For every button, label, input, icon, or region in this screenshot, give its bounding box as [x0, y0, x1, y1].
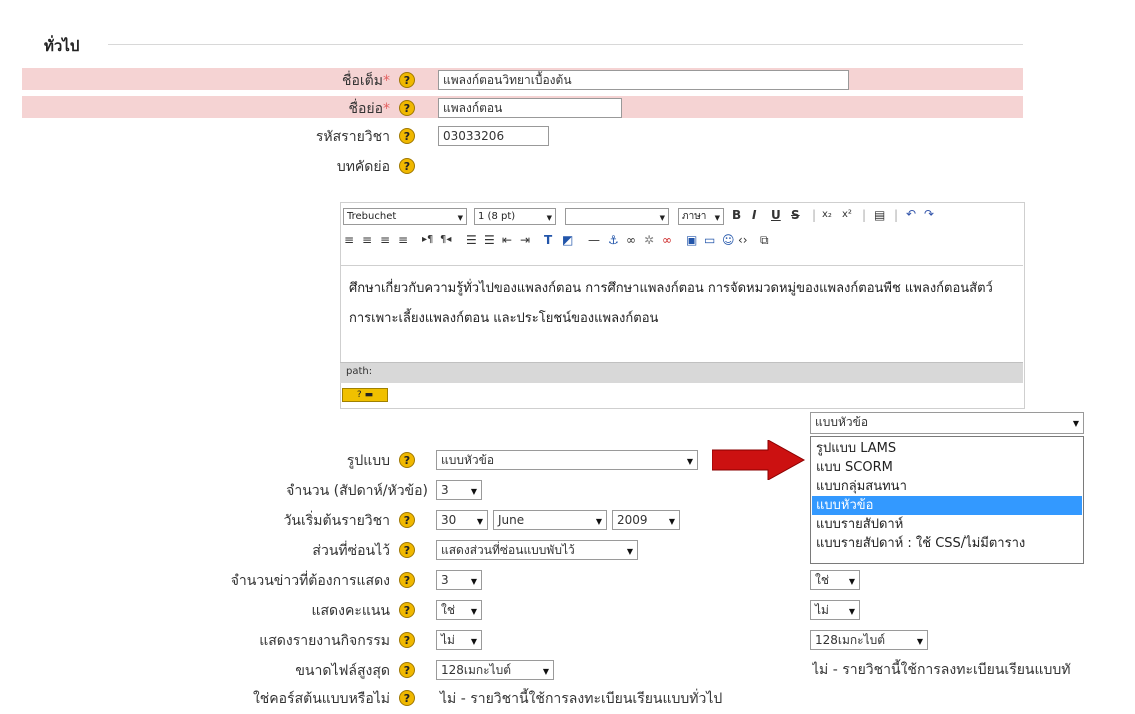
outdent-icon[interactable]: ⇤ — [502, 232, 512, 248]
showgrades-label: แสดงคะแนน — [311, 603, 390, 619]
maxbytes-select[interactable]: 128เมกะไบต์ ▼ — [436, 660, 554, 680]
align-left-icon[interactable]: ≡ — [344, 232, 354, 248]
separator-icon: | — [894, 208, 899, 222]
maxbytes-label: ขนาดไฟล์สูงสุด — [295, 663, 390, 679]
rtl-icon[interactable]: ¶◂ — [440, 232, 451, 248]
hiddensections-select[interactable]: แสดงส่วนที่ซ่อนแบบพับไว้ ▼ — [436, 540, 638, 560]
redo-icon[interactable]: ↷ — [924, 206, 934, 222]
separator-icon: | — [862, 208, 867, 222]
horizontal-rule-icon[interactable]: — — [588, 232, 600, 248]
format-option-social[interactable]: แบบกลุ่มสนทนา — [812, 477, 1082, 496]
shortname-label: ชื่อย่อ* — [348, 101, 390, 117]
unordered-list-icon[interactable]: ☰ — [484, 232, 495, 248]
smiley-icon[interactable]: ☺ — [722, 232, 735, 248]
editor-path-bar — [340, 362, 1023, 383]
newsitems-label: จำนวนข่าวที่ต้องการแสดง — [230, 573, 390, 589]
startdate-day-select[interactable]: 30 ▼ — [436, 510, 488, 530]
showreports-select[interactable]: ไม่ ▼ — [436, 630, 482, 650]
align-justify-icon[interactable]: ≡ — [398, 232, 408, 248]
editor-path-label: path: — [346, 366, 373, 377]
subscript-icon[interactable]: x₂ — [822, 207, 832, 223]
italic-icon[interactable]: I — [752, 207, 756, 223]
undo-icon[interactable]: ↶ — [906, 206, 916, 222]
align-center-icon[interactable]: ≡ — [362, 232, 372, 248]
unlink-icon[interactable]: ✲ — [644, 232, 654, 248]
maxbytes-help-icon[interactable]: ? — [399, 662, 415, 678]
indent-icon[interactable]: ⇥ — [520, 232, 530, 248]
section-legend: ทั่วไป — [44, 37, 80, 55]
format-help-icon[interactable]: ? — [399, 452, 415, 468]
editor-toolbar-row-2: ≡ ≡ ≡ ≡ ▸¶ ¶◂ ☰ ☰ ⇤ ⇥ T ◩ — ⚓ ∞ ✲ ∞ ▣ ▭ … — [340, 232, 1023, 254]
ordered-list-icon[interactable]: ☰ — [466, 232, 477, 248]
zoom-maxbytes-select[interactable]: 128เมกะไบต์ ▼ — [810, 630, 928, 650]
newsitems-select[interactable]: 3 ▼ — [436, 570, 482, 590]
image-icon[interactable]: ▣ — [686, 232, 697, 248]
metacourse-help-icon[interactable]: ? — [399, 690, 415, 706]
clean-html-icon[interactable]: ▤ — [874, 207, 885, 223]
startdate-year-select[interactable]: 2009 ▼ — [612, 510, 680, 530]
bold-icon[interactable]: B — [732, 207, 741, 223]
hiddensections-help-icon[interactable]: ? — [399, 542, 415, 558]
editor-help-badge[interactable]: ? ▬ — [342, 388, 388, 402]
red-arrow-icon — [712, 440, 806, 480]
nolink-icon[interactable]: ∞ — [662, 232, 672, 248]
text-color-icon[interactable]: T — [544, 232, 552, 248]
fullscreen-icon[interactable]: ⧉ — [760, 232, 769, 248]
zoom-showreports-select[interactable]: ไม่ ▼ — [810, 600, 860, 620]
showgrades-select[interactable]: ใช่ ▼ — [436, 600, 482, 620]
anchor-icon[interactable]: ⚓ — [608, 232, 619, 248]
superscript-icon[interactable]: x² — [842, 207, 852, 223]
metacourse-label: ใช่คอร์สต้นแบบหรือไม่ — [252, 691, 390, 707]
zoom-showgrades-select[interactable]: ใช่ ▼ — [810, 570, 860, 590]
shortname-help-icon[interactable]: ? — [399, 100, 415, 116]
showreports-help-icon[interactable]: ? — [399, 632, 415, 648]
shortname-field[interactable]: แพลงก์ตอน — [438, 98, 622, 118]
idnumber-field[interactable]: 03033206 — [438, 126, 549, 146]
strikethrough-icon[interactable]: S — [791, 207, 800, 223]
showreports-label: แสดงรายงานกิจกรรม — [259, 633, 390, 649]
align-right-icon[interactable]: ≡ — [380, 232, 390, 248]
html-source-icon[interactable]: ‹› — [738, 232, 748, 248]
showgrades-help-icon[interactable]: ? — [399, 602, 415, 618]
zoom-format-options: รูปแบบ LAMS แบบ SCORM แบบกลุ่มสนทนา แบบห… — [810, 436, 1084, 564]
startdate-label: วันเริ่มต้นรายวิชา — [283, 513, 390, 529]
format-select[interactable]: แบบหัวข้อ ▼ — [436, 450, 698, 470]
fullname-label: ชื่อเต็ม* — [341, 73, 390, 89]
hiddensections-label: ส่วนที่ซ่อนไว้ — [312, 543, 390, 559]
font-size-select[interactable]: 1 (8 pt) ▼ — [474, 208, 556, 225]
underline-icon[interactable]: U — [771, 207, 781, 223]
idnumber-help-icon[interactable]: ? — [399, 128, 415, 144]
table-icon[interactable]: ▭ — [704, 232, 715, 248]
ltr-icon[interactable]: ▸¶ — [422, 232, 433, 248]
language-select[interactable]: ภาษา ▼ — [678, 208, 724, 225]
format-option-lams[interactable]: รูปแบบ LAMS — [812, 439, 1082, 458]
separator-icon: | — [812, 208, 817, 222]
legend-divider — [108, 44, 1023, 45]
format-option-scorm[interactable]: แบบ SCORM — [812, 458, 1082, 477]
fullname-help-icon[interactable]: ? — [399, 72, 415, 88]
font-family-select[interactable]: Trebuchet ▼ — [343, 208, 467, 225]
idnumber-label: รหัสรายวิชา — [315, 129, 390, 145]
summary-help-icon[interactable]: ? — [399, 158, 415, 174]
newsitems-help-icon[interactable]: ? — [399, 572, 415, 588]
editor-toolbar-row-1: Trebuchet ▼ 1 (8 pt) ▼ ▼ ภาษา ▼ B I U S | x… — [340, 206, 1023, 228]
numsections-select[interactable]: 3 ▼ — [436, 480, 482, 500]
zoom-format-select[interactable]: แบบหัวข้อ ▼ — [810, 412, 1084, 434]
paragraph-style-select[interactable]: ▼ — [565, 208, 669, 225]
zoom-metacourse-value: ไม่ - รายวิชานี้ใช้การลงทะเบียนเรียนแบบท… — [812, 662, 1071, 678]
numsections-label: จำนวน (สัปดาห์/หัวข้อ) — [286, 483, 428, 499]
link-icon[interactable]: ∞ — [626, 232, 636, 248]
startdate-month-select[interactable]: June ▼ — [493, 510, 607, 530]
format-option-weekscss[interactable]: แบบรายสัปดาห์ : ใช้ CSS/ไม่มีตาราง — [812, 534, 1082, 553]
summary-label: บทคัดย่อ — [336, 159, 390, 175]
startdate-help-icon[interactable]: ? — [399, 512, 415, 528]
editor-content-text: ศึกษาเกี่ยวกับความรู้ทั่วไปของแพลงก์ตอน … — [349, 281, 993, 326]
background-color-icon[interactable]: ◩ — [562, 232, 573, 248]
format-option-topics[interactable]: แบบหัวข้อ — [812, 496, 1082, 515]
fullname-field[interactable]: แพลงก์ตอนวิทยาเบื้องต้น — [438, 70, 849, 90]
metacourse-value: ไม่ - รายวิชานี้ใช้การลงทะเบียนเรียนแบบท… — [440, 691, 723, 707]
format-label: รูปแบบ — [346, 453, 390, 469]
format-option-weeks[interactable]: แบบรายสัปดาห์ — [812, 515, 1082, 534]
